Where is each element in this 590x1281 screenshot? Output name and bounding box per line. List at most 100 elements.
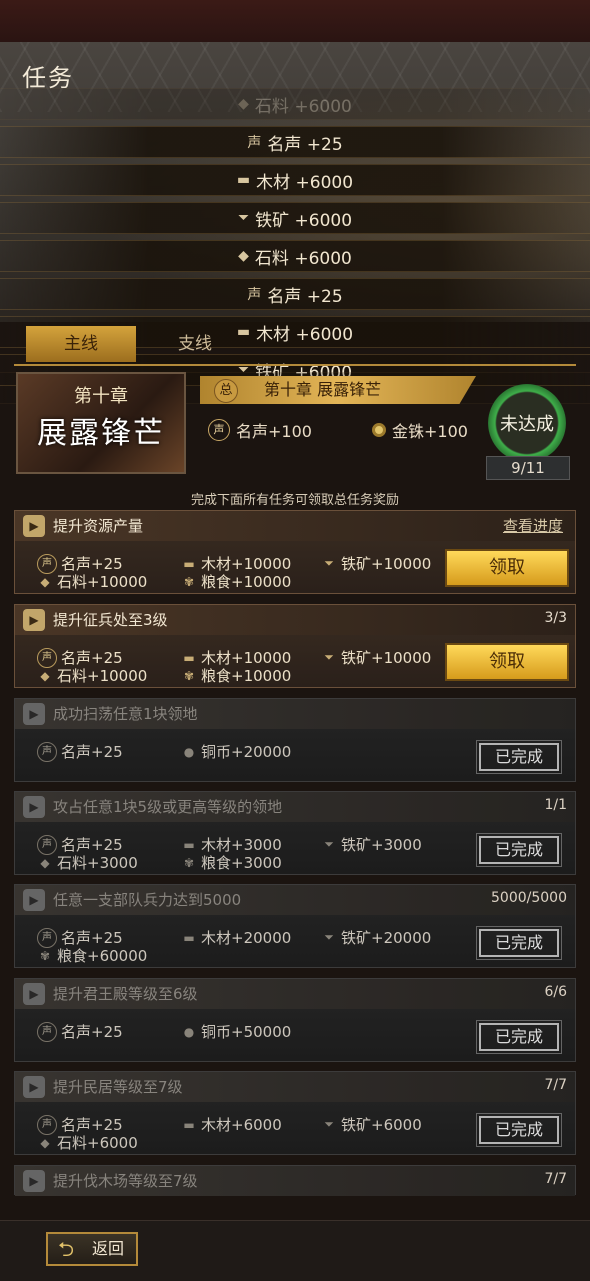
task-header: ▶ 提升资源产量 查看进度 bbox=[15, 511, 575, 541]
wood-icon: ▬ bbox=[236, 172, 251, 188]
chapter-hint: 完成下面所有任务可领取总任务奖励 bbox=[190, 493, 399, 508]
task-reward-label: 石料+10000 bbox=[57, 573, 148, 591]
task-progress: 7/7 bbox=[544, 1171, 567, 1187]
fame-icon: 声 bbox=[37, 741, 57, 762]
grain-icon: ✾ bbox=[183, 574, 195, 589]
grain-icon: ✾ bbox=[39, 948, 51, 963]
iron-icon: ⏷ bbox=[324, 556, 334, 570]
back-label: 返回 bbox=[92, 1239, 125, 1258]
task-name: 成功扫荡任意1块领地 bbox=[53, 705, 198, 723]
wood-icon: ▬ bbox=[183, 930, 195, 945]
task-reward-label: 铜币+50000 bbox=[201, 1023, 292, 1041]
chapter-reward-gold-label: 金铢+100 bbox=[392, 422, 468, 441]
task-reward-label: 粮食+10000 bbox=[201, 573, 292, 591]
reward-strip: 声名声 +25 bbox=[0, 126, 590, 158]
chapter-title: 第十章 展露锋芒 bbox=[264, 380, 382, 399]
completed-stamp: 已完成 bbox=[476, 1020, 562, 1054]
task-card: ▶ 攻占任意1块5级或更高等级的领地 1/1 声名声+25 ▬ 木材+3000 ⏷ 铁矿+30… bbox=[14, 791, 576, 875]
chapter-image-title: 展露锋芒 bbox=[37, 416, 165, 451]
task-reward-label: 石料+3000 bbox=[57, 854, 138, 872]
task-type-icon: ▶ bbox=[23, 609, 45, 631]
task-reward-label: 粮食+10000 bbox=[201, 667, 292, 685]
task-reward-label: 名声+25 bbox=[61, 743, 123, 761]
task-header: ▶ 提升伐木场等级至7级 7/7 bbox=[15, 1166, 575, 1196]
task-reward: ◆ 石料+10000 bbox=[37, 571, 147, 592]
task-reward-label: 铜币+20000 bbox=[201, 743, 292, 761]
task-name: 任意一支部队兵力达到5000 bbox=[53, 891, 242, 909]
task-card: ▶ 成功扫荡任意1块领地声名声+25 ● 铜币+20000 已完成 bbox=[14, 698, 576, 782]
task-reward: ⏷ 铁矿+20000 bbox=[321, 927, 431, 948]
wood-icon: ▬ bbox=[183, 650, 195, 665]
task-progress: 7/7 bbox=[544, 1077, 567, 1093]
chapter-progress: 9/11 bbox=[486, 456, 570, 480]
task-header: ▶ 攻占任意1块5级或更高等级的领地 1/1 bbox=[15, 792, 575, 822]
chapter-image-number: 第十章 bbox=[74, 386, 128, 407]
chapter-title-bar: 总 第十章 展露锋芒 bbox=[200, 376, 476, 404]
task-reward-label: 铁矿+10000 bbox=[341, 555, 432, 573]
task-type-icon: ▶ bbox=[23, 796, 45, 818]
task-reward: ◆ 石料+10000 bbox=[37, 665, 147, 686]
task-reward-label: 铁矿+6000 bbox=[341, 1116, 422, 1134]
task-reward: ✾ 粮食+60000 bbox=[37, 945, 147, 966]
task-reward: 声名声+25 bbox=[37, 741, 123, 762]
iron-icon: ⏷ bbox=[324, 837, 334, 851]
reward-strip: ◆ 石料 +6000 bbox=[0, 240, 590, 272]
chapter-reward-fame: 声 名声+100 bbox=[208, 418, 312, 442]
claim-button[interactable]: 领取 bbox=[445, 643, 569, 681]
fame-icon: 声 bbox=[247, 287, 262, 303]
task-reward: ◆ 石料+6000 bbox=[37, 1132, 138, 1153]
reward-strip-label: 木材 +6000 bbox=[256, 172, 354, 193]
task-name: 提升征兵处至3级 bbox=[53, 611, 168, 629]
copper-icon: ● bbox=[183, 1024, 195, 1039]
task-reward: ● 铜币+50000 bbox=[181, 1021, 292, 1042]
reward-strip-label: 石料 +6000 bbox=[254, 96, 352, 117]
task-progress: 5000/5000 bbox=[491, 890, 567, 906]
reward-strip-label: 石料 +6000 bbox=[254, 248, 352, 269]
task-header: ▶ 提升民居等级至7级 7/7 bbox=[15, 1072, 575, 1102]
back-arrow-icon: ⮌ bbox=[58, 1237, 75, 1261]
reward-strip: ◆ 石料 +6000 bbox=[0, 88, 590, 120]
task-reward-label: 石料+6000 bbox=[57, 1134, 138, 1152]
stone-icon: ◆ bbox=[40, 574, 50, 589]
reward-strip: ▬ 木材 +6000 bbox=[0, 164, 590, 196]
top-status-bar bbox=[0, 0, 590, 43]
task-reward-label: 粮食+3000 bbox=[201, 854, 282, 872]
task-reward-label: 粮食+60000 bbox=[57, 947, 148, 965]
task-name: 提升君王殿等级至6级 bbox=[53, 985, 198, 1003]
task-reward: ⏷ 铁矿+3000 bbox=[321, 834, 422, 855]
task-reward-label: 铁矿+20000 bbox=[341, 929, 432, 947]
task-type-icon: ▶ bbox=[23, 1170, 45, 1192]
chapter-status-badge[interactable]: 未达成 bbox=[488, 384, 566, 462]
task-header: ▶ 提升君王殿等级至6级 6/6 bbox=[15, 979, 575, 1009]
task-type-icon: ▶ bbox=[23, 983, 45, 1005]
task-name: 提升伐木场等级至7级 bbox=[53, 1172, 198, 1190]
back-button[interactable]: ⮌ 返回 bbox=[46, 1232, 138, 1266]
reward-strip-label: 名声 +25 bbox=[267, 134, 343, 155]
task-card: ▶ 提升资源产量 查看进度声名声+25 ▬ 木材+10000 ⏷ 铁矿+10000 ◆ 石料+1… bbox=[14, 510, 576, 594]
task-header: ▶ 成功扫荡任意1块领地 bbox=[15, 699, 575, 729]
tab-side[interactable]: 支线 bbox=[140, 326, 250, 362]
iron-icon: ⏷ bbox=[324, 930, 334, 944]
task-reward: ⏷ 铁矿+10000 bbox=[321, 647, 431, 668]
claim-button[interactable]: 领取 bbox=[445, 549, 569, 587]
task-reward-label: 木材+6000 bbox=[201, 1116, 282, 1134]
wood-icon: ▬ bbox=[183, 556, 195, 571]
chapter-reward-gold: 金铢+100 bbox=[372, 418, 468, 442]
task-reward: ◆ 石料+3000 bbox=[37, 852, 138, 873]
tab-main[interactable]: 主线 bbox=[26, 326, 136, 362]
task-header: ▶ 任意一支部队兵力达到5000 5000/5000 bbox=[15, 885, 575, 915]
view-progress-link[interactable]: 查看进度 bbox=[503, 515, 563, 536]
task-type-icon: ▶ bbox=[23, 1076, 45, 1098]
task-reward: ✾ 粮食+3000 bbox=[181, 852, 282, 873]
completed-stamp: 已完成 bbox=[476, 740, 562, 774]
task-reward: ● 铜币+20000 bbox=[181, 741, 292, 762]
tab-bar: 主线 支线 bbox=[14, 320, 576, 366]
reward-strip: 声名声 +25 bbox=[0, 278, 590, 310]
fame-icon: 声 bbox=[208, 419, 230, 441]
completed-stamp: 已完成 bbox=[476, 1113, 562, 1147]
stone-icon: ◆ bbox=[40, 1135, 50, 1150]
task-reward-label: 名声+25 bbox=[61, 1023, 123, 1041]
task-reward-label: 木材+20000 bbox=[201, 929, 292, 947]
stone-icon: ◆ bbox=[238, 248, 249, 264]
iron-icon: ⏷ bbox=[324, 1117, 334, 1131]
